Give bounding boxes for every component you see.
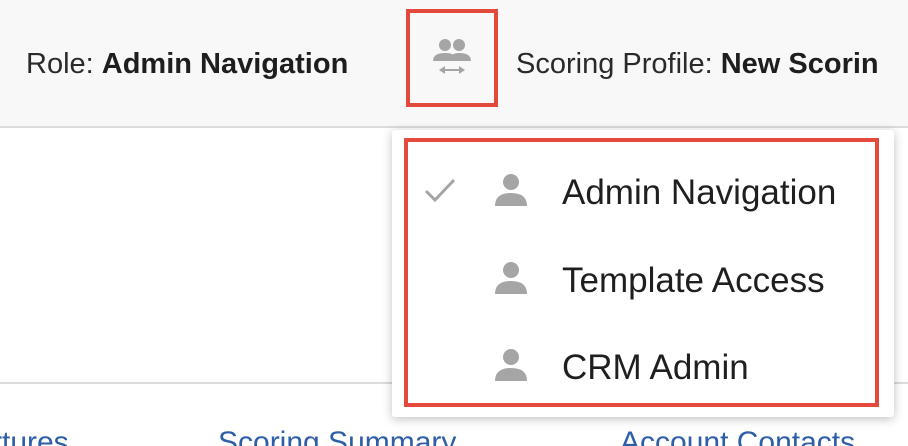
person-icon [495, 349, 527, 381]
switch-role-icon [433, 39, 471, 74]
role-value: Admin Navigation [101, 48, 349, 80]
tab-scoring-summary[interactable]: Scoring Summary [218, 426, 456, 446]
person-icon [495, 174, 527, 206]
role-option-label: CRM Admin [562, 348, 749, 387]
profile-value: New Scorin [720, 48, 879, 80]
profile-label: Scoring Profile: [516, 48, 713, 80]
role-option-admin-navigation[interactable]: Admin Navigation [404, 147, 879, 233]
tab-account-contacts[interactable]: Account Contacts [620, 426, 855, 446]
scoring-profile: Scoring Profile: New Scorin [516, 48, 879, 81]
role-option-template-access[interactable]: Template Access [404, 235, 879, 321]
tab-strip: rtures Scoring Summary Account Contacts [0, 426, 908, 446]
role-label: Role: [26, 48, 94, 80]
check-icon [424, 178, 456, 203]
role-option-crm-admin[interactable]: CRM Admin [404, 322, 879, 408]
top-bar: Role: Admin Navigation Scoring Profile: … [0, 0, 908, 128]
tab-nurtures[interactable]: rtures [0, 426, 69, 446]
switch-role-button[interactable] [406, 9, 498, 107]
current-role: Role: Admin Navigation [26, 48, 348, 81]
person-icon [495, 262, 527, 294]
role-option-label: Admin Navigation [562, 173, 837, 212]
role-option-label: Template Access [562, 261, 825, 300]
